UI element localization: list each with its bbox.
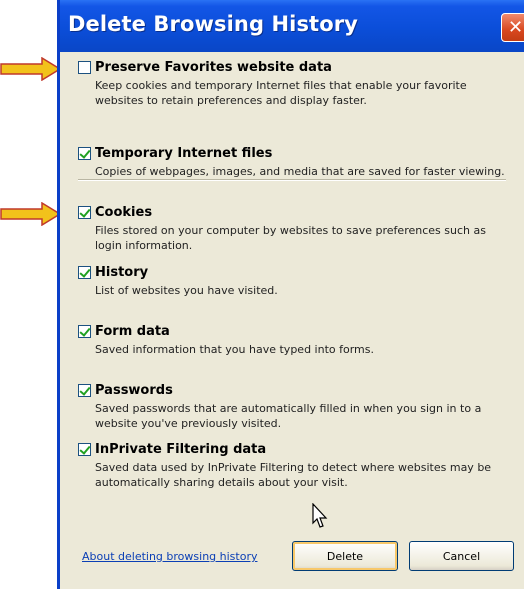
option-label[interactable]: Passwords xyxy=(95,383,173,398)
option-passwords: Passwords Saved passwords that are autom… xyxy=(78,383,508,431)
option-form-data: Form data Saved information that you hav… xyxy=(78,324,508,357)
checkbox-temporary-internet-files[interactable] xyxy=(78,147,91,160)
checkbox-history[interactable] xyxy=(78,266,91,279)
option-description: Saved information that you have typed in… xyxy=(95,343,374,356)
close-button[interactable]: ✕ xyxy=(501,13,524,42)
option-description: Saved passwords that are automatically f… xyxy=(95,402,482,430)
option-preserve-favorites: Preserve Favorites website data Keep coo… xyxy=(78,60,508,108)
annotation-arrow-icon xyxy=(0,57,62,81)
option-label[interactable]: History xyxy=(95,265,148,280)
close-icon: ✕ xyxy=(507,16,524,38)
about-deleting-history-link[interactable]: About deleting browsing history xyxy=(82,550,257,563)
option-description: Files stored on your computer by website… xyxy=(95,224,486,252)
dialog-title: Delete Browsing History xyxy=(68,12,358,36)
option-description: Saved data used by InPrivate Filtering t… xyxy=(95,461,492,489)
option-history: History List of websites you have visite… xyxy=(78,265,508,298)
checkbox-inprivate-filtering-data[interactable] xyxy=(78,443,91,456)
option-label[interactable]: Preserve Favorites website data xyxy=(95,60,332,75)
mouse-cursor-icon xyxy=(312,503,328,528)
option-label[interactable]: Form data xyxy=(95,324,170,339)
delete-browsing-history-dialog: Delete Browsing History ✕ Preserve Favor… xyxy=(57,0,524,589)
option-temporary-internet-files: Temporary Internet files Copies of webpa… xyxy=(78,146,508,179)
checkbox-preserve-favorites[interactable] xyxy=(78,61,91,74)
option-description: Copies of webpages, images, and media th… xyxy=(95,165,505,178)
checkbox-form-data[interactable] xyxy=(78,325,91,338)
option-cookies: Cookies Files stored on your computer by… xyxy=(78,205,508,253)
checkbox-passwords[interactable] xyxy=(78,384,91,397)
dialog-footer: About deleting browsing history Delete C… xyxy=(60,535,524,575)
option-label[interactable]: InPrivate Filtering data xyxy=(95,442,266,457)
cancel-button[interactable]: Cancel xyxy=(409,541,514,571)
divider xyxy=(78,179,506,181)
option-label[interactable]: Cookies xyxy=(95,205,152,220)
delete-button[interactable]: Delete xyxy=(292,541,398,571)
dialog-content: Preserve Favorites website data Keep coo… xyxy=(60,52,524,589)
option-description: Keep cookies and temporary Internet file… xyxy=(95,79,467,107)
annotation-arrow-icon xyxy=(0,202,62,226)
checkbox-cookies[interactable] xyxy=(78,206,91,219)
option-description: List of websites you have visited. xyxy=(95,284,278,297)
title-bar[interactable]: Delete Browsing History ✕ xyxy=(60,0,524,52)
option-label[interactable]: Temporary Internet files xyxy=(95,146,272,161)
option-inprivate-filtering-data: InPrivate Filtering data Saved data used… xyxy=(78,442,508,490)
